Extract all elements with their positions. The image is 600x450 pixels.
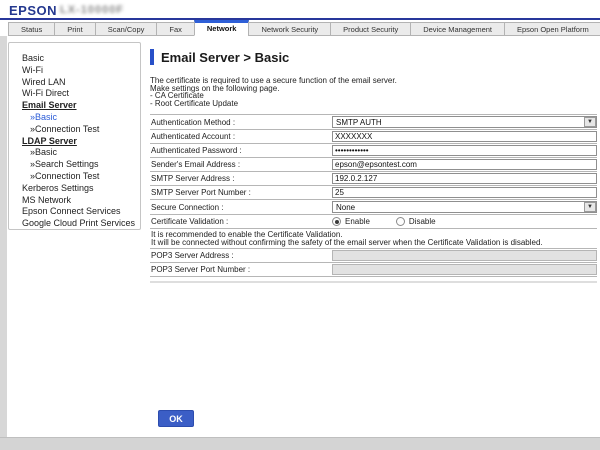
secure-connection-select[interactable]: None ▼ — [332, 201, 597, 213]
sidebar-item-basic[interactable]: Basic — [9, 53, 140, 65]
form-row-secure-connection: Secure Connection : None ▼ — [150, 199, 597, 214]
form-row-pop3-server-port: POP3 Server Port Number : — [150, 262, 597, 277]
dropdown-arrow-icon[interactable]: ▼ — [584, 202, 596, 212]
pop3-server-address-input — [332, 250, 597, 261]
authenticated-password-input[interactable] — [332, 145, 597, 156]
radio-selected-icon — [332, 217, 341, 226]
smtp-server-address-label: SMTP Server Address : — [150, 174, 332, 183]
form-row-senders-email-address: Sender's Email Address : — [150, 157, 597, 171]
page-title: Email Server > Basic — [161, 50, 289, 65]
sidebar-nav: Basic Wi-Fi Wired LAN Wi-Fi Direct Email… — [8, 42, 141, 230]
description-line: Make settings on the following page. — [150, 85, 597, 93]
sidebar-item-ldap-basic[interactable]: »Basic — [9, 147, 140, 159]
dropdown-arrow-icon[interactable]: ▼ — [584, 117, 596, 127]
authentication-method-value: SMTP AUTH — [333, 118, 382, 127]
form-row-authenticated-account: Authenticated Account : — [150, 129, 597, 143]
email-server-form: Authentication Method : SMTP AUTH ▼ Auth… — [150, 114, 597, 283]
epson-logo: EPSON — [9, 3, 57, 18]
sidebar-item-ldap-server[interactable]: LDAP Server — [9, 136, 140, 148]
page-description: The certificate is required to use a sec… — [150, 77, 597, 107]
description-line: - Root Certificate Update — [150, 100, 597, 108]
form-row-authentication-method: Authentication Method : SMTP AUTH ▼ — [150, 114, 597, 129]
form-row-authenticated-password: Authenticated Password : — [150, 143, 597, 157]
top-tab-bar: Status Print Scan/Copy Fax Network Netwo… — [8, 20, 600, 36]
title-accent-bar — [150, 49, 154, 65]
sidebar-item-email-server-basic[interactable]: »Basic — [9, 112, 140, 124]
tab-network[interactable]: Network — [194, 20, 250, 36]
tab-status[interactable]: Status — [8, 22, 55, 36]
radio-unselected-icon — [396, 217, 405, 226]
footer-bar — [0, 437, 600, 450]
sidebar-item-email-server-connection-test[interactable]: »Connection Test — [9, 124, 140, 136]
sidebar-item-google-cloud-print-services[interactable]: Google Cloud Print Services — [9, 218, 140, 230]
sidebar-item-ms-network[interactable]: MS Network — [9, 195, 140, 207]
senders-email-address-label: Sender's Email Address : — [150, 160, 332, 169]
model-name-blurred: LX-10000F — [60, 4, 124, 16]
certificate-validation-enable-radio[interactable]: Enable — [332, 217, 370, 226]
tab-scan-copy[interactable]: Scan/Copy — [95, 22, 158, 36]
sidebar-item-wifi[interactable]: Wi-Fi — [9, 65, 140, 77]
senders-email-address-input[interactable] — [332, 159, 597, 170]
form-row-pop3-server-address: POP3 Server Address : — [150, 248, 597, 262]
sidebar-item-epson-connect-services[interactable]: Epson Connect Services — [9, 206, 140, 218]
note-line: It will be connected without confirming … — [151, 239, 597, 247]
form-row-smtp-server-port: SMTP Server Port Number : — [150, 185, 597, 199]
smtp-server-port-input[interactable] — [332, 187, 597, 198]
certificate-validation-label: Certificate Validation : — [150, 217, 332, 226]
tab-print[interactable]: Print — [54, 22, 95, 36]
form-row-smtp-server-address: SMTP Server Address : — [150, 171, 597, 185]
secure-connection-label: Secure Connection : — [150, 203, 332, 212]
smtp-server-port-label: SMTP Server Port Number : — [150, 188, 332, 197]
certificate-validation-radio-group: Enable Disable — [332, 217, 436, 226]
authenticated-account-label: Authenticated Account : — [150, 132, 332, 141]
sidebar-item-ldap-search-settings[interactable]: »Search Settings — [9, 159, 140, 171]
secure-connection-value: None — [333, 203, 355, 212]
main-content: Email Server > Basic The certificate is … — [150, 48, 597, 283]
sidebar-item-kerberos-settings[interactable]: Kerberos Settings — [9, 183, 140, 195]
left-gutter — [0, 36, 7, 437]
sidebar-item-email-server[interactable]: Email Server — [9, 100, 140, 112]
form-row-certificate-validation: Certificate Validation : Enable Disable — [150, 214, 597, 228]
ok-button[interactable]: OK — [158, 410, 194, 427]
certificate-validation-disable-radio[interactable]: Disable — [396, 217, 436, 226]
form-end-divider — [150, 281, 597, 283]
enable-radio-label: Enable — [345, 217, 370, 226]
sidebar-item-ldap-connection-test[interactable]: »Connection Test — [9, 171, 140, 183]
sidebar-item-wifi-direct[interactable]: Wi-Fi Direct — [9, 88, 140, 100]
pop3-server-port-label: POP3 Server Port Number : — [150, 265, 332, 274]
tab-device-management[interactable]: Device Management — [410, 22, 505, 36]
smtp-server-address-input[interactable] — [332, 173, 597, 184]
certificate-validation-note: It is recommended to enable the Certific… — [150, 228, 597, 249]
pop3-server-port-input — [332, 264, 597, 275]
tab-network-security[interactable]: Network Security — [248, 22, 331, 36]
tab-epson-open-platform[interactable]: Epson Open Platform — [504, 22, 600, 36]
authentication-method-select[interactable]: SMTP AUTH ▼ — [332, 116, 597, 128]
pop3-server-address-label: POP3 Server Address : — [150, 251, 332, 260]
authentication-method-label: Authentication Method : — [150, 118, 332, 127]
sidebar-item-wired-lan[interactable]: Wired LAN — [9, 77, 140, 89]
app-header: EPSON LX-10000F — [0, 0, 600, 18]
tab-fax[interactable]: Fax — [156, 22, 195, 36]
disable-radio-label: Disable — [409, 217, 436, 226]
tab-product-security[interactable]: Product Security — [330, 22, 411, 36]
authenticated-password-label: Authenticated Password : — [150, 146, 332, 155]
page-title-row: Email Server > Basic — [150, 48, 597, 66]
authenticated-account-input[interactable] — [332, 131, 597, 142]
